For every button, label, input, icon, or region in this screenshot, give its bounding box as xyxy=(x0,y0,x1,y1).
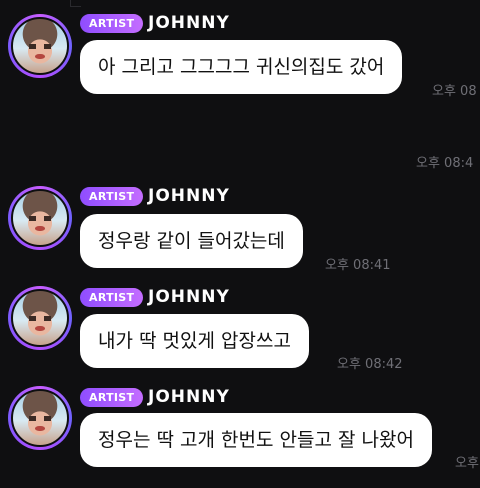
message-bubble[interactable]: 정우는 딱 고개 한번도 안들고 잘 나왔어 xyxy=(80,413,432,467)
avatar[interactable] xyxy=(8,14,72,78)
artist-badge: ARTIST xyxy=(80,187,144,206)
sender-name[interactable]: JOHNNY xyxy=(148,13,230,33)
artist-badge: ARTIST xyxy=(80,388,144,407)
avatar-photo xyxy=(11,17,69,75)
message-bubble[interactable]: 내가 딱 멋있게 압장쓰고 xyxy=(80,314,309,368)
avatar[interactable] xyxy=(8,286,72,350)
sender-name[interactable]: JOHNNY xyxy=(148,387,230,407)
top-divider xyxy=(70,0,81,7)
message-time: 오후 08 xyxy=(432,84,477,99)
sender-name[interactable]: JOHNNY xyxy=(148,186,230,206)
message-time: 오후 08:4 xyxy=(416,156,474,171)
artist-badge: ARTIST xyxy=(80,14,144,33)
message-time: 오후 08:41 xyxy=(325,258,391,273)
message-time: 오후 xyxy=(455,456,479,471)
avatar-photo xyxy=(11,389,69,447)
sender-name[interactable]: JOHNNY xyxy=(148,287,230,307)
artist-badge: ARTIST xyxy=(80,288,144,307)
avatar[interactable] xyxy=(8,386,72,450)
message-bubble[interactable]: 아 그리고 그그그그 귀신의집도 갔어 xyxy=(80,40,403,94)
avatar-photo xyxy=(11,189,69,247)
message-time: 오후 08:42 xyxy=(337,357,403,372)
avatar[interactable] xyxy=(8,186,72,250)
avatar-photo xyxy=(11,289,69,347)
message-bubble[interactable]: 정우랑 같이 들어갔는데 xyxy=(80,214,303,268)
